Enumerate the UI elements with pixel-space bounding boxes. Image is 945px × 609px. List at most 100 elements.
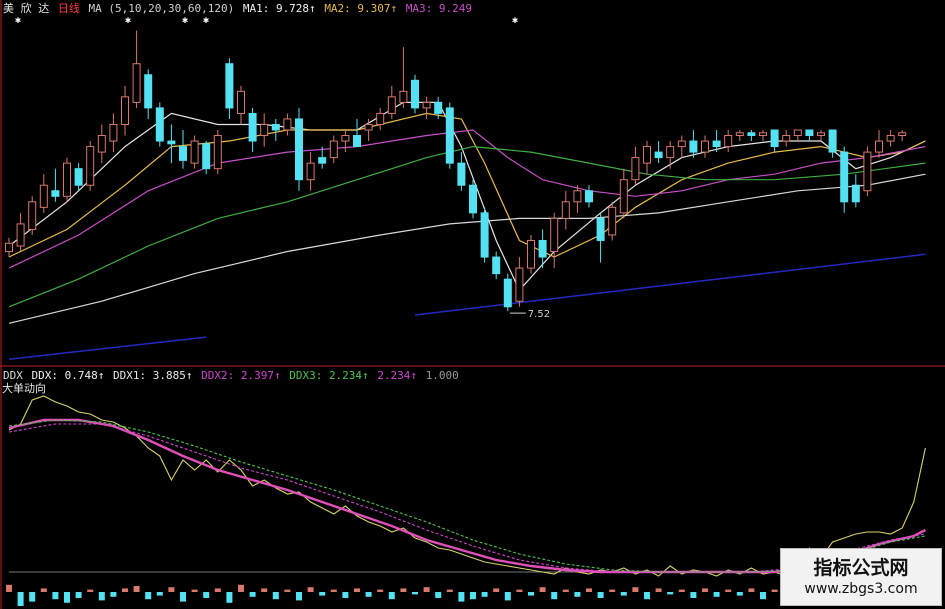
ddx-bar — [180, 592, 186, 602]
ddx-bar — [539, 587, 546, 592]
ddx-bar — [87, 589, 94, 592]
stock-name: 美 欣 达 — [3, 2, 50, 15]
ma1-value: MA1: 9.728↑ — [242, 2, 316, 15]
ddx-bar — [156, 592, 163, 596]
marker-icon: ✱ — [125, 15, 131, 26]
candle-body — [480, 212, 489, 258]
ddx-bar — [586, 588, 592, 592]
period-label[interactable]: 日线 — [58, 2, 80, 15]
ddx-bar — [736, 592, 743, 596]
candle-body — [190, 140, 199, 164]
ddx-indicator-name[interactable]: DDX — [3, 369, 23, 382]
marker-icon: ✱ — [203, 15, 209, 26]
lower-trend-right — [414, 253, 926, 316]
candle-body — [51, 190, 60, 197]
candle-body — [724, 135, 733, 148]
candle-body — [782, 135, 791, 142]
ddx-bar — [272, 592, 279, 600]
ddx-bar — [191, 589, 198, 592]
candle-body — [283, 118, 292, 131]
ddx-value6: 1.000 — [425, 369, 459, 382]
ddx-bar — [296, 592, 302, 601]
candle-body — [353, 135, 361, 148]
ddx-bar — [644, 592, 650, 600]
ddx3-value: DDX3: 2.234↑ — [289, 369, 369, 382]
candle-body — [538, 239, 547, 258]
ddx-bar — [52, 592, 59, 600]
candle-body — [608, 206, 617, 236]
candle-body — [387, 96, 396, 114]
candle-body — [666, 146, 675, 159]
ddx-bar — [284, 589, 291, 592]
candle-body — [271, 123, 280, 131]
ddx-bar — [690, 592, 697, 598]
ddx-bar — [423, 587, 430, 592]
candle-body — [167, 140, 176, 145]
ddx-bar — [609, 589, 616, 592]
ddx-bar — [388, 592, 395, 600]
ddx-bar — [261, 588, 268, 592]
candle-body — [469, 184, 477, 214]
candle-body — [411, 79, 419, 109]
candle-body — [851, 184, 860, 203]
ma-line-ma5 — [8, 173, 926, 324]
candle-body — [770, 129, 779, 148]
candle-body — [63, 162, 71, 197]
candle-body — [445, 107, 454, 164]
candle-body — [840, 151, 849, 203]
ddx-bar — [330, 589, 337, 592]
ddx-bar — [342, 592, 349, 598]
ddx-bar — [203, 592, 210, 598]
ddx-bar — [319, 592, 326, 596]
candle-body — [550, 217, 559, 253]
candle-body — [364, 123, 373, 131]
ma-line-ma2 — [8, 112, 926, 258]
ddx-bar — [6, 584, 12, 592]
ddx-bar — [725, 589, 732, 592]
candle-body — [422, 101, 431, 109]
candle-body — [39, 184, 48, 208]
candle-body — [376, 112, 385, 125]
ddx-header: DDX DDX: 0.748↑ DDX1: 3.885↑ DDX2: 2.397… — [3, 369, 461, 382]
candle-body — [701, 140, 709, 153]
ddx-bar — [458, 592, 465, 602]
ddx-bar — [574, 592, 581, 597]
low-marker-label: 7.52 — [528, 309, 550, 320]
candle-body — [677, 140, 686, 148]
ddx-bar — [551, 592, 558, 600]
candle-body — [689, 140, 698, 153]
candle-body — [585, 190, 593, 203]
candle-body — [202, 143, 211, 170]
candle-body — [886, 135, 895, 142]
ddx-bar — [760, 592, 766, 600]
ddx-bar — [470, 592, 476, 600]
candle-body — [121, 96, 129, 125]
ddx-bar — [400, 588, 407, 592]
candle-body — [399, 90, 408, 103]
ddx-bar — [168, 587, 175, 592]
candle-body — [155, 107, 164, 142]
ddx-bar — [562, 589, 569, 592]
candle-body — [329, 140, 338, 159]
candle-body — [5, 242, 13, 253]
ddx-bar — [133, 586, 140, 592]
ddx-bar — [214, 588, 221, 592]
ddx-bar — [354, 588, 360, 592]
candle-body — [341, 135, 350, 142]
candle-body — [793, 129, 802, 137]
watermark-title: 指标公式网 — [813, 557, 909, 579]
candle-body — [16, 223, 25, 247]
candle-body — [515, 267, 524, 302]
ddx-bar — [632, 587, 639, 592]
ddx-bar — [98, 592, 105, 601]
ddx2-value: DDX2: 2.397↑ — [201, 369, 281, 382]
candle-body — [875, 140, 883, 153]
candle-body — [318, 157, 327, 164]
candle-body — [631, 157, 640, 181]
ddx-bar — [249, 592, 256, 597]
candle-body — [28, 201, 37, 230]
candle-body — [237, 90, 245, 114]
marker-icon: ✱ — [15, 15, 21, 26]
ddx-bar — [145, 592, 152, 600]
ddx-bar — [412, 592, 418, 595]
